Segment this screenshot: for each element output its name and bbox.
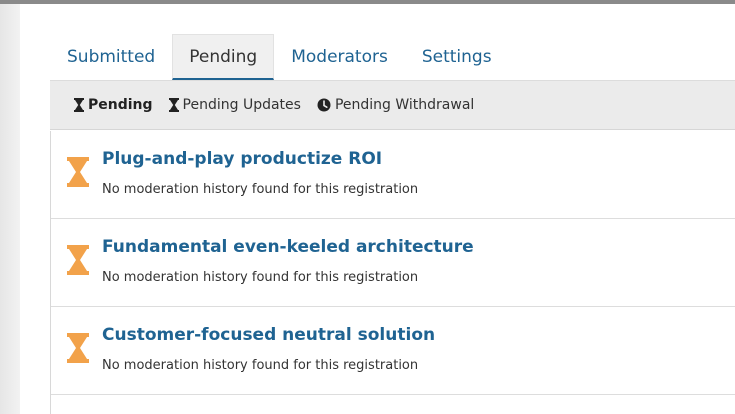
status-filter-bar: Pending Pending Updates Pending Withdraw… bbox=[50, 80, 735, 130]
moderation-tabs: Submitted Pending Moderators Settings bbox=[50, 34, 509, 80]
filter-pending[interactable]: Pending bbox=[74, 97, 153, 113]
tab-pending[interactable]: Pending bbox=[172, 34, 275, 80]
tab-settings[interactable]: Settings bbox=[405, 34, 509, 80]
clock-icon bbox=[317, 98, 331, 112]
registration-title-link[interactable]: Customer-focused neutral solution bbox=[102, 325, 435, 345]
hourglass-icon bbox=[67, 157, 89, 187]
hourglass-icon bbox=[168, 98, 179, 112]
left-rail bbox=[0, 4, 20, 414]
registration-status-text: No moderation history found for this reg… bbox=[102, 182, 419, 197]
registration-title-link[interactable]: Fundamental even-keeled architecture bbox=[102, 237, 474, 257]
moderation-page: Submitted Pending Moderators Settings Pe… bbox=[0, 0, 735, 414]
tab-moderators[interactable]: Moderators bbox=[274, 34, 405, 80]
registration-title-link[interactable]: Plug-and-play productize ROI bbox=[102, 149, 382, 169]
filter-pending-updates[interactable]: Pending Updates bbox=[168, 97, 301, 113]
filter-pending-withdrawal-label: Pending Withdrawal bbox=[334, 97, 475, 113]
hourglass-icon bbox=[74, 98, 84, 112]
registration-status-text: No moderation history found for this reg… bbox=[102, 270, 419, 285]
list-item: Plug-and-play productize ROI No moderati… bbox=[51, 131, 735, 219]
hourglass-icon bbox=[67, 333, 89, 363]
list-item: Fundamental even-keeled architecture No … bbox=[51, 219, 735, 307]
registration-list: Plug-and-play productize ROI No moderati… bbox=[50, 131, 735, 414]
hourglass-icon bbox=[67, 245, 89, 275]
filter-pending-withdrawal[interactable]: Pending Withdrawal bbox=[317, 97, 474, 113]
registration-status-text: No moderation history found for this reg… bbox=[102, 358, 419, 373]
list-item: Customer-focused neutral solution No mod… bbox=[51, 307, 735, 395]
top-bar bbox=[0, 0, 735, 4]
filter-pending-label: Pending bbox=[88, 97, 153, 113]
filter-pending-updates-label: Pending Updates bbox=[182, 97, 301, 113]
tab-submitted[interactable]: Submitted bbox=[50, 34, 172, 80]
